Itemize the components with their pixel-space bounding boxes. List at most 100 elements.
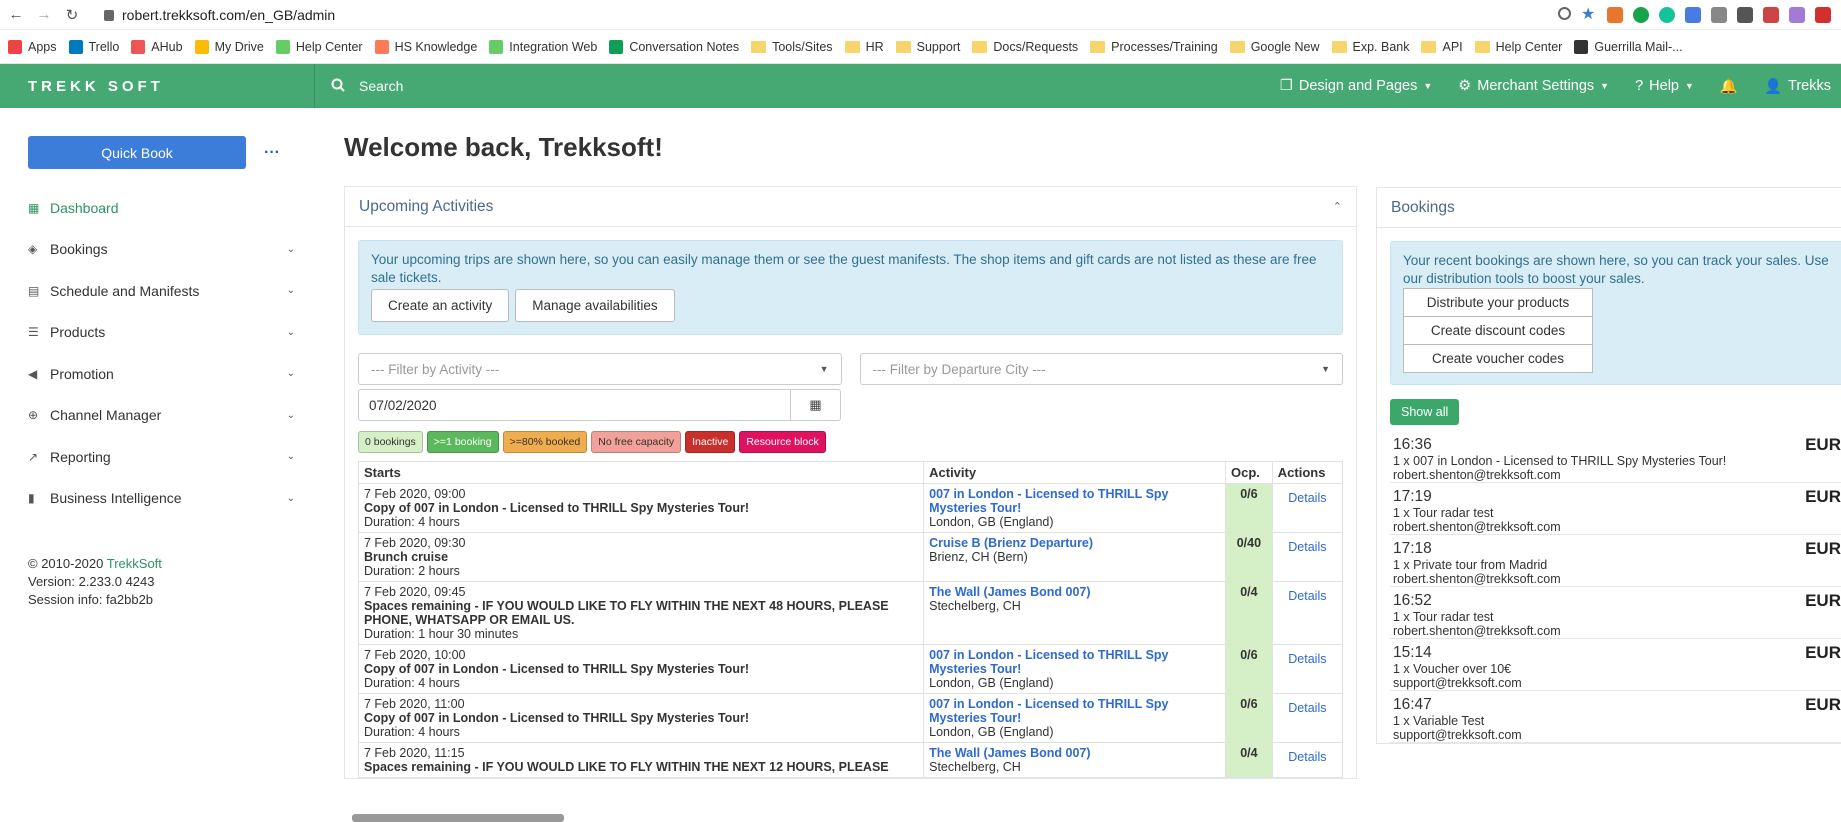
booking-item[interactable]: 17:19 1 x Tour radar test robert.shenton@t… <box>1390 483 1841 535</box>
booking-item[interactable]: 16:52 1 x Tour radar test robert.shenton@t… <box>1390 587 1841 639</box>
extension-icon[interactable] <box>1763 6 1779 23</box>
bookmark-exp-bank[interactable]: Exp. Bank <box>1331 40 1409 54</box>
megaphone-icon: ◀ <box>28 366 38 381</box>
bookmark-integration-web[interactable]: Integration Web <box>489 39 597 54</box>
sidebar-item-business-intelligence[interactable]: ▮ Business Intelligence ⌄ <box>28 478 315 520</box>
sidebar-item-dashboard[interactable]: ▦ Dashboard <box>28 187 315 229</box>
notifications-button[interactable]: 🔔 <box>1720 78 1738 95</box>
activity-link[interactable]: 007 in London - Licensed to THRILL Spy M… <box>929 697 1168 725</box>
create-discount-codes-button[interactable]: Create discount codes <box>1403 316 1593 345</box>
details-link[interactable]: Details <box>1271 581 1344 645</box>
bookmark-conversation-notes[interactable]: Conversation Notes <box>609 39 739 54</box>
extension-icon[interactable] <box>1685 6 1701 23</box>
search-bar[interactable]: Search <box>315 78 1280 95</box>
create-voucher-codes-button[interactable]: Create voucher codes <box>1403 344 1593 373</box>
user-menu[interactable]: 👤 Trekks <box>1764 78 1831 95</box>
back-icon[interactable]: ← <box>4 6 28 23</box>
bookmark-guerrilla-mail[interactable]: Guerrilla Mail-... <box>1574 39 1683 54</box>
activity-link[interactable]: The Wall (James Bond 007) <box>929 746 1090 760</box>
table-row[interactable]: 7 Feb 2020, 11:00 Copy of 007 in London -… <box>357 693 1344 743</box>
url-text[interactable]: robert.trekksoft.com/en_GB/admin <box>122 7 335 23</box>
table-row[interactable]: 7 Feb 2020, 11:15 Spaces remaining - IF Y… <box>357 742 1344 778</box>
extension-icon[interactable] <box>1789 6 1805 23</box>
create-activity-button[interactable]: Create an activity <box>371 289 510 322</box>
bookmark-api[interactable]: API <box>1421 40 1463 54</box>
link-icon <box>489 39 504 54</box>
bookmark-hr[interactable]: HR <box>844 40 884 54</box>
bookmark-my-drive[interactable]: My Drive <box>194 39 264 54</box>
activity-link[interactable]: 007 in London - Licensed to THRILL Spy M… <box>929 648 1168 676</box>
show-all-button[interactable]: Show all <box>1390 399 1460 425</box>
sidebar-item-schedule[interactable]: ▤ Schedule and Manifests ⌄ <box>28 270 315 312</box>
reload-icon[interactable]: ↻ <box>60 6 84 24</box>
design-and-pages-menu[interactable]: ❐ Design and Pages ▼ <box>1280 78 1432 94</box>
details-link[interactable]: Details <box>1271 693 1344 743</box>
bookmark-help-center[interactable]: Help Center <box>275 39 363 54</box>
tag-icon: ◈ <box>28 242 38 257</box>
list-icon: ☰ <box>28 325 39 340</box>
sidebar-item-products[interactable]: ☰ Products ⌄ <box>28 312 315 354</box>
filter-city-select[interactable]: --- Filter by Departure City --- ▼ <box>859 353 1343 385</box>
chevron-down-icon: ⌄ <box>286 326 295 338</box>
extension-icon[interactable] <box>1711 6 1727 23</box>
activity-link[interactable]: 007 in London - Licensed to THRILL Spy M… <box>929 487 1168 515</box>
table-row[interactable]: 7 Feb 2020, 09:00 Copy of 007 in London -… <box>357 483 1344 533</box>
bookmark-hs-knowledge[interactable]: HS Knowledge <box>374 39 477 54</box>
distribute-products-button[interactable]: Distribute your products <box>1403 288 1593 317</box>
booking-currency: EUR <box>1805 695 1841 714</box>
session-text: Session info: fa2bb2b <box>28 592 154 607</box>
extension-icon[interactable] <box>1737 6 1753 23</box>
sidebar-item-promotion[interactable]: ◀ Promotion ⌄ <box>28 353 315 395</box>
table-row[interactable]: 7 Feb 2020, 10:00 Copy of 007 in London -… <box>357 644 1344 694</box>
zoom-icon[interactable] <box>1558 6 1571 20</box>
trekksoft-link[interactable]: TrekkSoft <box>107 556 162 571</box>
extension-icon[interactable] <box>1607 6 1623 23</box>
extension-icon[interactable] <box>1815 6 1831 23</box>
extension-icon[interactable] <box>1633 6 1649 23</box>
bookmark-apps[interactable]: Apps <box>8 39 57 54</box>
sidebar-item-bookings[interactable]: ◈ Bookings ⌄ <box>28 229 315 271</box>
booking-item[interactable]: 17:18 1 x Private tour from Madrid robert.… <box>1390 535 1841 587</box>
column-header-starts: Starts <box>357 461 925 484</box>
bookmark-help-center-2[interactable]: Help Center <box>1474 40 1562 54</box>
tour-name: Copy of 007 in London - Licensed to THRI… <box>364 501 749 515</box>
help-menu[interactable]: ? Help ▼ <box>1635 78 1694 94</box>
manage-availabilities-button[interactable]: Manage availabilities <box>515 289 675 322</box>
calendar-icon[interactable]: ▦ <box>791 389 841 421</box>
horizontal-scrollbar[interactable] <box>352 814 564 822</box>
details-link[interactable]: Details <box>1271 483 1344 533</box>
sidebar-footer: © 2010-2020 TrekkSoft Version: 2.233.0 4… <box>28 555 315 609</box>
details-link[interactable]: Details <box>1271 532 1344 582</box>
star-icon[interactable]: ★ <box>1581 6 1597 23</box>
table-row[interactable]: 7 Feb 2020, 09:45 Spaces remaining - IF Y… <box>357 581 1344 645</box>
extension-icon[interactable] <box>1659 6 1675 23</box>
logo[interactable]: TREKK SOFT <box>0 64 315 108</box>
more-options-icon[interactable]: ··· <box>264 144 280 162</box>
collapse-icon[interactable]: ⌃ <box>1333 200 1342 213</box>
filter-activity-select[interactable]: --- Filter by Activity --- ▼ <box>358 353 842 385</box>
activity-link[interactable]: The Wall (James Bond 007) <box>929 585 1090 599</box>
booking-item[interactable]: 16:36 1 x 007 in London - Licensed to THR… <box>1390 431 1841 483</box>
forward-icon[interactable]: → <box>32 6 56 23</box>
merchant-settings-menu[interactable]: ⚙ Merchant Settings ▼ <box>1458 78 1609 94</box>
sidebar-item-channel-manager[interactable]: ⊕ Channel Manager ⌄ <box>28 395 315 437</box>
legend-badge: >=1 booking <box>426 431 499 453</box>
bookmark-google-new[interactable]: Google New <box>1229 40 1320 54</box>
bookmark-trello[interactable]: Trello <box>68 39 119 54</box>
bookmark-tools-sites[interactable]: Tools/Sites <box>751 40 833 54</box>
activity-link[interactable]: Cruise B (Brienz Departure) <box>929 536 1093 550</box>
booking-item[interactable]: 15:14 1 x Voucher over 10€ support@trekkso… <box>1390 639 1841 691</box>
table-row[interactable]: 7 Feb 2020, 09:30 Brunch cruise Duration: … <box>357 532 1344 582</box>
bookmark-ahub[interactable]: AHub <box>131 39 183 54</box>
quick-book-button[interactable]: Quick Book <box>28 136 246 169</box>
details-link[interactable]: Details <box>1271 644 1344 694</box>
sidebar-item-reporting[interactable]: ↗ Reporting ⌄ <box>28 436 315 478</box>
address-bar[interactable]: robert.trekksoft.com/en_GB/admin <box>104 7 335 23</box>
tour-name: Copy of 007 in London - Licensed to THRI… <box>364 662 749 676</box>
bookmark-processes-training[interactable]: Processes/Training <box>1090 40 1218 54</box>
bookmark-support[interactable]: Support <box>895 40 960 54</box>
details-link[interactable]: Details <box>1271 742 1344 778</box>
bookmark-docs-requests[interactable]: Docs/Requests <box>972 40 1078 54</box>
booking-item[interactable]: 16:47 1 x Variable Test support@trekksoft.… <box>1390 691 1841 743</box>
date-input[interactable]: 07/02/2020 <box>358 389 791 421</box>
